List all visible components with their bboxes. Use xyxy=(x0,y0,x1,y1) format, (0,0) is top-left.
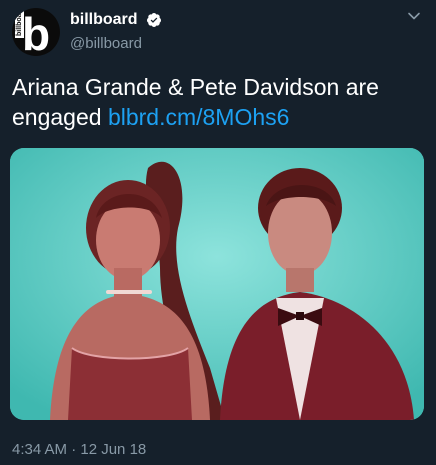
tweet-text: Ariana Grande & Pete Davidson are engage… xyxy=(12,72,424,132)
chevron-down-icon[interactable] xyxy=(406,8,422,24)
avatar-logo-wordmark: billboard xyxy=(15,8,24,38)
account-names: billboard @billboard xyxy=(70,10,162,54)
tweet-photo[interactable] xyxy=(10,148,424,420)
account-handle[interactable]: @billboard xyxy=(70,34,162,54)
verified-badge-icon xyxy=(146,12,162,28)
tweet-timestamp[interactable]: 4:34 AM · 12 Jun 18 xyxy=(12,440,146,460)
tweet-link[interactable]: blbrd.cm/8MOhs6 xyxy=(108,104,290,130)
tweet-header: b billboard billboard @billboard xyxy=(12,8,424,60)
avatar-logo-letter: b xyxy=(22,8,51,56)
display-name[interactable]: billboard xyxy=(70,10,138,30)
avatar[interactable]: b billboard xyxy=(12,8,60,56)
photo-illustration xyxy=(10,148,424,420)
tweet-card[interactable]: b billboard billboard @billboard Ariana … xyxy=(0,0,436,465)
